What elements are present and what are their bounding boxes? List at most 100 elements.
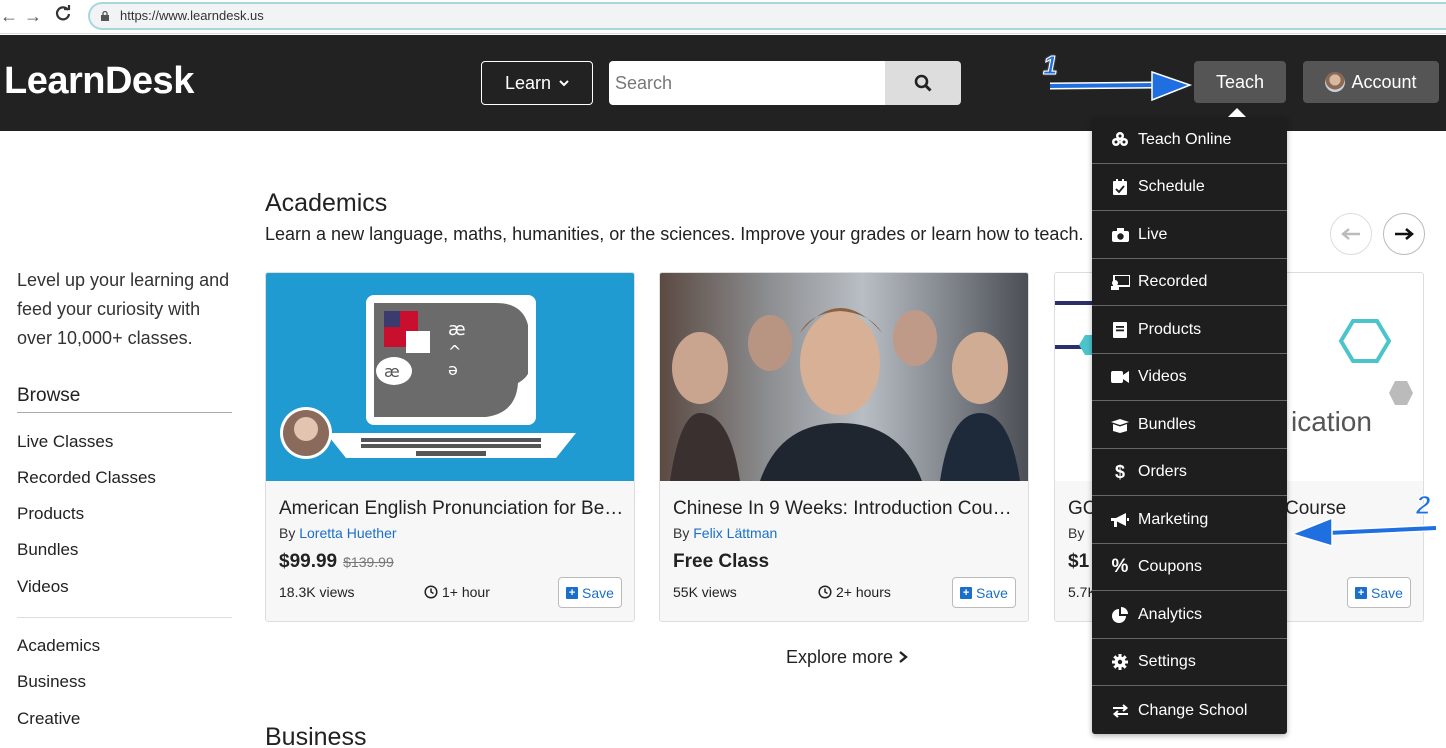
course-thumbnail[interactable]: [660, 273, 1028, 481]
menu-item-bundles[interactable]: Bundles: [1092, 402, 1287, 449]
camera-icon: [1111, 228, 1129, 242]
explore-label: Explore more: [786, 647, 894, 667]
menu-label: Orders: [1138, 463, 1187, 480]
menu-label: Videos: [1138, 368, 1187, 385]
price: $99.99: [279, 551, 338, 572]
sidebar-item-live-classes[interactable]: Live Classes: [17, 432, 113, 452]
dollar-icon: $: [1114, 461, 1125, 482]
carousel-next-button[interactable]: [1383, 213, 1425, 255]
forward-icon[interactable]: →: [24, 5, 42, 27]
menu-item-settings[interactable]: Settings: [1092, 639, 1287, 686]
address-bar[interactable]: https://www.learndesk.us: [88, 2, 1446, 30]
search-button[interactable]: [885, 61, 961, 105]
teach-button[interactable]: Teach: [1194, 61, 1286, 103]
menu-label: Coupons: [1138, 558, 1203, 575]
video-icon: [1111, 371, 1129, 383]
sidebar-item-business[interactable]: Business: [17, 672, 86, 692]
account-button[interactable]: Account: [1303, 61, 1439, 103]
plus-icon: +: [566, 586, 579, 599]
back-icon[interactable]: ←: [0, 5, 18, 27]
by-label: By: [1068, 525, 1085, 541]
menu-item-teach-online[interactable]: Teach Online: [1092, 117, 1287, 164]
menu-item-marketing[interactable]: Marketing: [1092, 497, 1287, 544]
sidebar-item-products[interactable]: Products: [17, 504, 84, 524]
sidebar-item-academics[interactable]: Academics: [17, 636, 100, 656]
pie-chart-icon: [1112, 607, 1128, 623]
menu-label: Schedule: [1138, 178, 1205, 195]
save-button[interactable]: + Save: [558, 577, 622, 608]
menu-label: Change School: [1138, 701, 1248, 719]
divider: [17, 617, 232, 618]
course-author-line: By Felix Lättman: [673, 525, 777, 541]
annotation-arrow-1: [1049, 70, 1193, 102]
sidebar-item-creative[interactable]: Creative: [17, 709, 80, 729]
course-price: $1: [1068, 551, 1090, 572]
lock-icon: [101, 11, 109, 21]
course-thumbnail[interactable]: æ æ ^ ə: [266, 273, 634, 481]
plus-icon: +: [1355, 586, 1368, 599]
menu-label: Marketing: [1138, 511, 1209, 528]
menu-item-products[interactable]: Products: [1092, 307, 1287, 354]
sidebar-item-videos[interactable]: Videos: [17, 577, 69, 597]
menu-item-change-school[interactable]: Change School: [1092, 687, 1287, 734]
course-title[interactable]: American English Pronunciation for Be…: [279, 498, 624, 520]
reload-icon[interactable]: [54, 5, 72, 28]
browser-toolbar: ← → https://www.learndesk.us: [0, 0, 1446, 34]
search-input[interactable]: [609, 61, 886, 105]
menu-item-schedule[interactable]: Schedule: [1092, 164, 1287, 211]
section-title: Academics: [265, 189, 388, 217]
browse-heading: Browse: [17, 385, 81, 406]
svg-text:ə: ə: [448, 360, 458, 379]
menu-item-live[interactable]: Live: [1092, 212, 1287, 259]
author-link[interactable]: Felix Lättman: [693, 525, 777, 541]
gear-icon: [1112, 654, 1128, 670]
avatar: [1325, 72, 1346, 92]
save-button[interactable]: + Save: [1347, 577, 1411, 608]
by-label: By: [279, 525, 296, 541]
menu-item-recorded[interactable]: Recorded: [1092, 259, 1287, 306]
exchange-icon: [1112, 703, 1128, 718]
author-link[interactable]: Loretta Huether: [299, 525, 396, 541]
menu-label: Live: [1138, 226, 1168, 243]
explore-more-link[interactable]: Explore more: [786, 647, 908, 668]
svg-text:^: ^: [448, 342, 461, 361]
sidebar-item-bundles[interactable]: Bundles: [17, 540, 78, 560]
annotation-arrow-2: [1289, 516, 1437, 548]
view-count: 18.3K views: [279, 584, 355, 600]
arrow-left-icon: [1341, 228, 1360, 240]
course-duration: 2+ hours: [818, 584, 891, 600]
sidebar-item-recorded-classes[interactable]: Recorded Classes: [17, 468, 156, 488]
clock-icon: [424, 585, 438, 599]
view-count: 55K views: [673, 584, 737, 600]
old-price: $139.99: [343, 554, 394, 570]
course-price: $99.99 $139.99: [279, 551, 394, 573]
course-card[interactable]: æ æ ^ ə American English Pronunciation f…: [265, 272, 635, 622]
box-icon: [1111, 418, 1129, 433]
carousel-prev-button[interactable]: [1330, 213, 1372, 255]
clock-icon: [818, 585, 832, 599]
learn-label: Learn: [504, 72, 552, 93]
menu-item-videos[interactable]: Videos: [1092, 354, 1287, 401]
percent-icon: %: [1111, 556, 1129, 577]
menu-item-analytics[interactable]: Analytics: [1092, 592, 1287, 639]
save-label: Save: [582, 584, 614, 601]
menu-item-coupons[interactable]: % Coupons: [1092, 544, 1287, 591]
course-price: Free Class: [673, 551, 770, 572]
menu-label: Recorded: [1138, 273, 1208, 290]
save-button[interactable]: + Save: [952, 577, 1016, 608]
learn-dropdown-button[interactable]: Learn: [481, 61, 593, 105]
menu-item-orders[interactable]: $ Orders: [1092, 449, 1287, 496]
save-label: Save: [1371, 584, 1403, 601]
section-subtitle: Learn a new language, maths, humanities,…: [265, 224, 1084, 244]
svg-text:æ: æ: [384, 362, 400, 381]
dropdown-tip: [1228, 108, 1246, 117]
thumb-text: ication: [1291, 406, 1372, 437]
course-card[interactable]: Chinese In 9 Weeks: Introduction Cou… By…: [659, 272, 1029, 622]
divider: [17, 412, 232, 413]
menu-label: Products: [1138, 321, 1202, 338]
arrow-right-icon: [1395, 228, 1414, 240]
menu-label: Settings: [1138, 653, 1196, 670]
logo[interactable]: LearnDesk: [4, 60, 194, 103]
menu-label: Analytics: [1138, 606, 1203, 623]
course-title[interactable]: Chinese In 9 Weeks: Introduction Cou…: [673, 498, 1018, 520]
